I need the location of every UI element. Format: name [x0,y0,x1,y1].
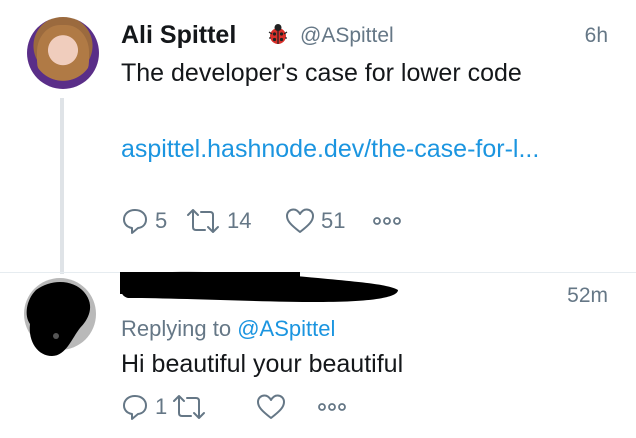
redaction-scribble [120,271,398,302]
retweet-count: 14 [227,208,252,233]
reply-button[interactable]: 5 [121,207,167,235]
reply-icon [123,395,147,420]
reply-retweet-button[interactable] [171,393,207,421]
reply-text: Hi beautiful your beautiful [121,350,404,378]
reply-count: 5 [155,208,168,233]
like-count: 51 [321,208,346,233]
more-icon [373,217,401,225]
reply-reply-count: 1 [155,394,168,419]
reply-like-button[interactable] [256,393,286,421]
retweet-icon [187,209,219,233]
tweet-timestamp[interactable]: 6h [585,24,608,48]
more-icon [318,403,346,411]
replying-to-line: Replying to @ASpittel [121,316,335,342]
reply-avatar-redacted[interactable] [22,276,98,358]
reply-icon [123,209,147,234]
thread-line [60,98,64,274]
replying-to-mention[interactable]: @ASpittel [237,316,335,341]
author-name[interactable]: Ali Spittel [121,21,236,50]
heart-icon [286,208,314,233]
replying-to-label: Replying to [121,316,232,341]
tweet-link[interactable]: aspittel.hashnode.dev/the-case-for-l... [121,132,601,166]
author-avatar[interactable] [27,17,99,89]
tweet-text: The developer's case for lower code [121,59,522,87]
reply-timestamp[interactable]: 52m [567,284,608,308]
reply-reply-button[interactable]: 1 [121,393,167,421]
retweet-button[interactable]: 14 [185,207,251,235]
like-button[interactable]: 51 [285,207,345,235]
reply-more-button[interactable] [316,395,348,419]
heart-icon [257,394,285,419]
reply-actions: 1 [121,393,421,423]
author-handle[interactable]: @ASpittel [300,24,394,48]
retweet-icon [173,395,205,419]
more-button[interactable] [371,209,403,233]
ladybug-icon [268,24,288,44]
